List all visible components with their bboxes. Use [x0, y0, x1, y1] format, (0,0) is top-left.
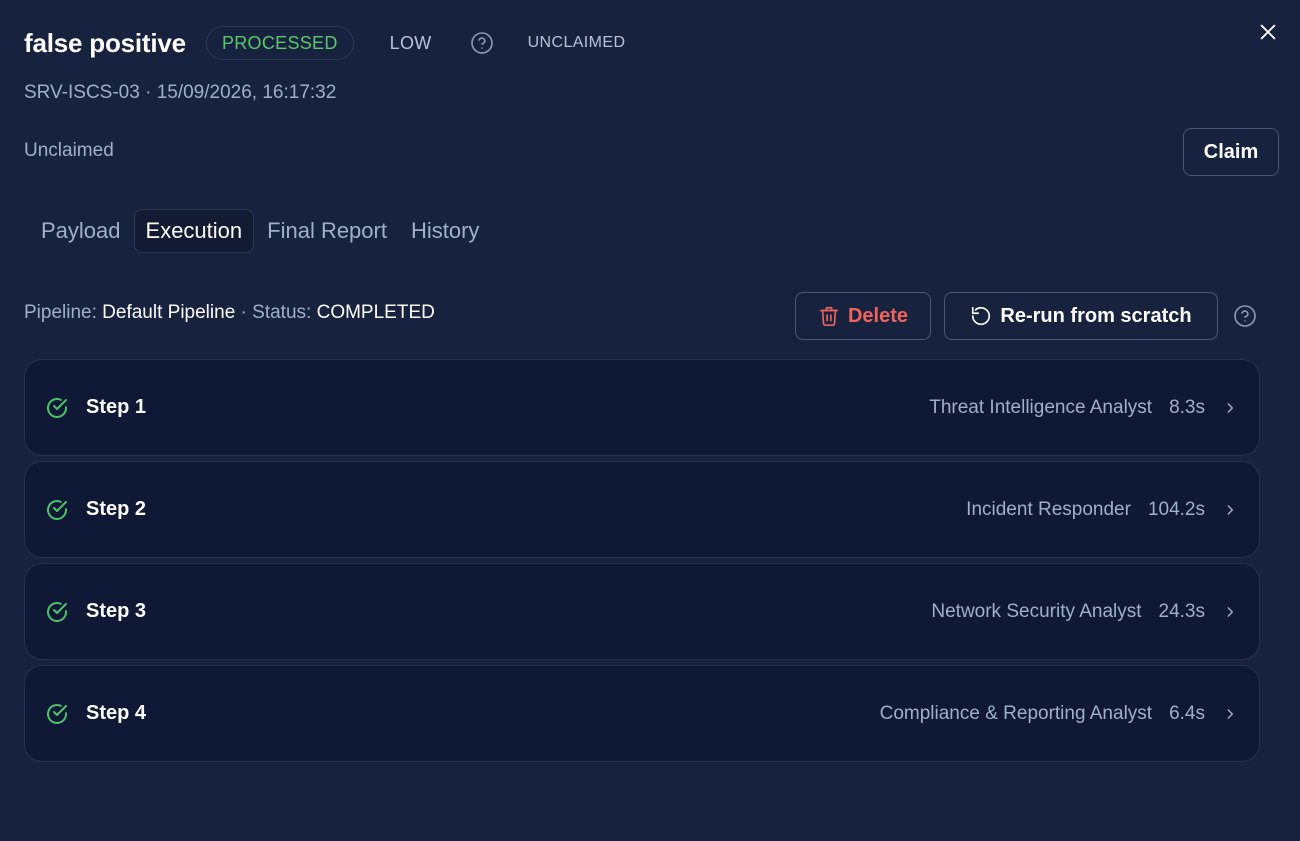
alert-meta: SRV-ISCS-03 · 15/09/2026, 16:17:32 — [24, 82, 337, 103]
alert-header: false positive PROCESSED LOW UNCLAIMED — [24, 24, 625, 62]
tab-final-report[interactable]: Final Report — [256, 209, 398, 253]
step-duration: 24.3s — [1158, 600, 1205, 622]
status-badge: PROCESSED — [205, 26, 354, 60]
help-icon[interactable] — [470, 31, 494, 55]
check-circle-icon — [45, 498, 69, 522]
step-agent: Compliance & Reporting Analyst — [879, 702, 1153, 724]
step-row[interactable]: Step 3 Network Security Analyst 24.3s — [24, 563, 1260, 660]
step-name: Step 2 — [86, 498, 147, 520]
separator: · — [235, 302, 253, 323]
step-name: Step 4 — [86, 702, 147, 724]
rotate-ccw-icon — [972, 306, 991, 326]
step-duration: 8.3s — [1169, 396, 1205, 418]
status-label: Status: — [252, 302, 312, 323]
pipeline-label: Pipeline: — [24, 302, 97, 323]
help-icon[interactable] — [1233, 304, 1257, 328]
tab-history[interactable]: History — [400, 209, 490, 253]
status-value: COMPLETED — [316, 302, 435, 323]
claim-button[interactable]: Claim — [1183, 128, 1279, 176]
alert-title: false positive — [24, 27, 186, 58]
step-row[interactable]: Step 4 Compliance & Reporting Analyst 6.… — [24, 665, 1260, 762]
pipeline-status-line: Pipeline: Default Pipeline · Status: COM… — [24, 302, 435, 324]
step-row[interactable]: Step 2 Incident Responder 104.2s — [24, 461, 1260, 558]
chevron-right-icon — [1223, 503, 1237, 517]
step-duration: 6.4s — [1169, 702, 1205, 724]
close-button[interactable] — [1254, 18, 1282, 46]
trash-icon — [819, 306, 839, 326]
rerun-label: Re-run from scratch — [1000, 304, 1192, 327]
chevron-right-icon — [1223, 605, 1237, 619]
claim-state-label: UNCLAIMED — [527, 34, 626, 51]
step-row[interactable]: Step 1 Threat Intelligence Analyst 8.3s — [24, 359, 1260, 456]
chevron-right-icon — [1223, 401, 1237, 415]
tab-bar: Payload Execution Final Report History — [30, 209, 490, 253]
step-name: Step 3 — [86, 600, 147, 622]
check-circle-icon — [45, 600, 69, 624]
delete-button[interactable]: Delete — [795, 292, 931, 340]
assignee-label: Unclaimed — [24, 140, 114, 161]
chevron-right-icon — [1223, 707, 1237, 721]
step-duration: 104.2s — [1147, 498, 1205, 520]
step-agent: Network Security Analyst — [931, 600, 1142, 622]
check-circle-icon — [45, 396, 69, 420]
step-name: Step 1 — [86, 396, 147, 418]
rerun-button[interactable]: Re-run from scratch — [944, 292, 1218, 340]
step-agent: Threat Intelligence Analyst — [929, 396, 1153, 418]
step-list: Step 1 Threat Intelligence Analyst 8.3s … — [24, 359, 1260, 767]
severity-label: LOW — [389, 32, 432, 53]
tab-execution[interactable]: Execution — [133, 209, 255, 253]
delete-label: Delete — [847, 304, 909, 327]
alert-detail-panel: false positive PROCESSED LOW UNCLAIMED S… — [0, 0, 1300, 841]
tab-payload[interactable]: Payload — [30, 209, 132, 253]
check-circle-icon — [45, 702, 69, 726]
step-agent: Incident Responder — [966, 498, 1131, 520]
close-icon — [1260, 24, 1276, 40]
pipeline-value: Default Pipeline — [102, 302, 236, 323]
